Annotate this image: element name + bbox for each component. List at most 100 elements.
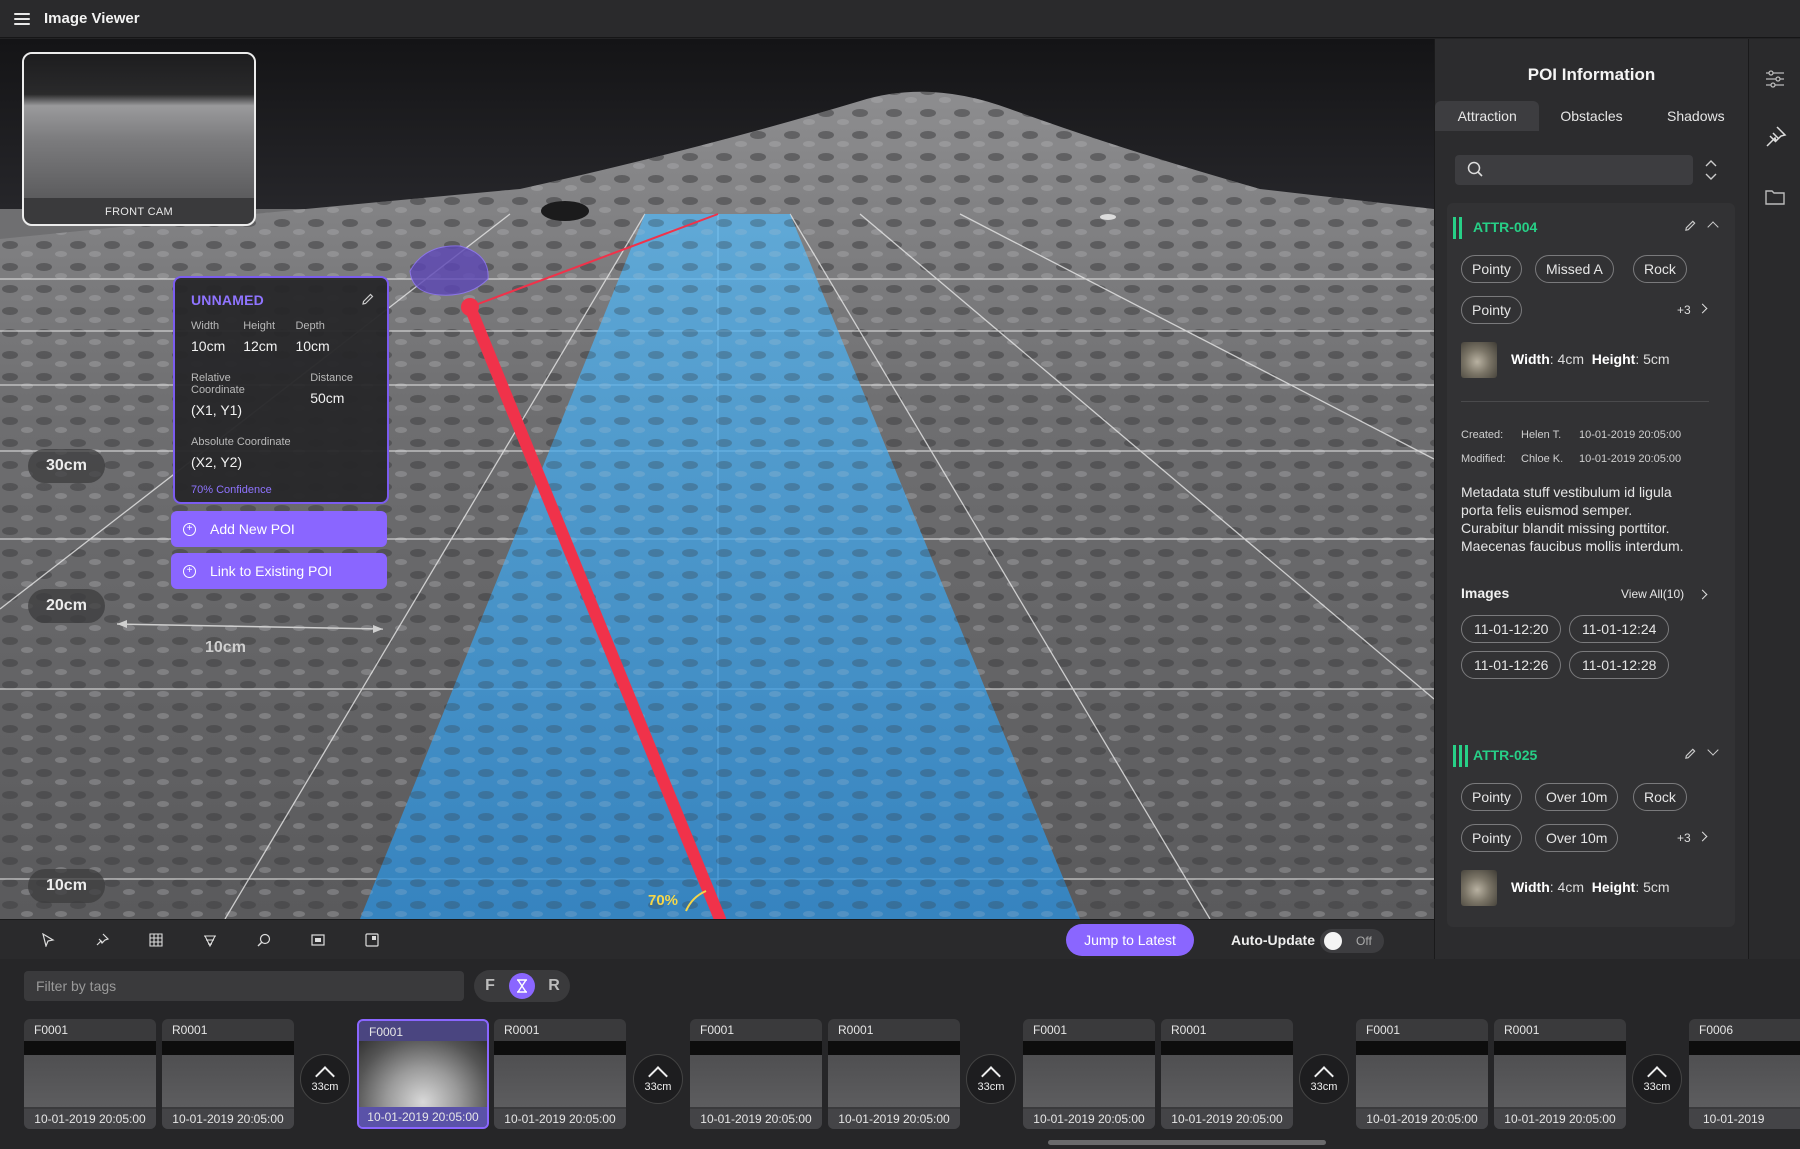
gap-expand-button[interactable]: 33cm xyxy=(966,1054,1016,1104)
frame-thumbnail[interactable]: R0001 10-01-2019 20:05:00 xyxy=(828,1019,960,1129)
tool-sidebar xyxy=(1748,39,1800,959)
image-viewport[interactable]: FRONT CAM 30cm 20cm 10cm 10cm 70% UNNAME… xyxy=(0,39,1434,919)
both-mode-icon[interactable] xyxy=(509,973,535,999)
folder-icon[interactable] xyxy=(1763,185,1787,209)
frame-thumbnail[interactable]: R0001 10-01-2019 20:05:00 xyxy=(1161,1019,1293,1129)
frame-thumbnail[interactable]: F0001 10-01-2019 20:05:00 xyxy=(24,1019,156,1129)
poi-thumbnail[interactable] xyxy=(1461,870,1497,906)
relative-coordinate-label: Relative Coordinate xyxy=(191,372,245,396)
poi-card-attr-025[interactable]: ATTR-025 Pointy Over 10m Rock Pointy Ove… xyxy=(1447,731,1735,927)
image-date-chip[interactable]: 11-01-12:20 xyxy=(1461,615,1562,643)
frame-thumbnail[interactable]: F0006 10-01-2019 20:05:00 xyxy=(1689,1019,1800,1129)
link-existing-poi-button[interactable]: + Link to Existing POI xyxy=(171,553,387,589)
zoom-tool-icon[interactable] xyxy=(254,930,274,950)
more-tags-count[interactable]: +3 xyxy=(1677,831,1691,845)
tab-obstacles[interactable]: Obstacles xyxy=(1539,101,1643,131)
tag-chip[interactable]: Pointy xyxy=(1461,296,1522,324)
gap-expand-button[interactable]: 33cm xyxy=(633,1054,683,1104)
chevron-down-icon[interactable] xyxy=(1707,744,1719,756)
app-header: Image Viewer xyxy=(0,0,1800,38)
frame-id: F0001 xyxy=(34,1023,69,1037)
width-label: Width xyxy=(191,320,220,332)
jump-to-latest-button[interactable]: Jump to Latest xyxy=(1066,924,1194,956)
frame-thumbnail[interactable]: R0001 10-01-2019 20:05:00 xyxy=(1494,1019,1626,1129)
pin-tool-icon[interactable] xyxy=(92,930,112,950)
poi-search-input[interactable] xyxy=(1455,155,1693,185)
frame-id: R0001 xyxy=(504,1023,540,1037)
front-mode-button[interactable]: F xyxy=(477,973,503,999)
sliders-icon[interactable] xyxy=(1763,67,1787,91)
edit-icon[interactable] xyxy=(361,292,375,306)
gap-expand-button[interactable]: 33cm xyxy=(1632,1054,1682,1104)
height-value: 5cm xyxy=(1643,879,1670,895)
more-tags-count[interactable]: +3 xyxy=(1677,303,1691,317)
view-all-images-link[interactable]: View All(10) xyxy=(1621,587,1684,601)
poi-card-attr-004[interactable]: ATTR-004 Pointy Missed A Rock Pointy +3 … xyxy=(1447,203,1735,755)
tag-chip[interactable]: Pointy xyxy=(1461,255,1522,283)
select-tool-icon[interactable] xyxy=(38,930,58,950)
toggle-knob xyxy=(1324,932,1342,950)
front-cam-preview[interactable]: FRONT CAM xyxy=(22,52,256,226)
tag-chip[interactable]: Missed A xyxy=(1535,255,1614,283)
auto-update-toggle[interactable]: Off xyxy=(1320,929,1384,953)
grid-tool-icon[interactable] xyxy=(146,930,166,950)
tab-attraction[interactable]: Attraction xyxy=(1435,101,1540,131)
camera-mode-switch[interactable]: F R xyxy=(474,970,570,1002)
frame-timestamp: 10-01-2019 20:05:00 xyxy=(828,1109,960,1129)
tab-shadows[interactable]: Shadows xyxy=(1644,101,1748,131)
sort-icon[interactable] xyxy=(1705,157,1717,183)
search-icon xyxy=(1467,161,1483,177)
frame-thumbnail[interactable]: R0001 10-01-2019 20:05:00 xyxy=(162,1019,294,1129)
tag-chip[interactable]: Pointy xyxy=(1461,824,1522,852)
distance-marker-30cm: 30cm xyxy=(28,449,105,483)
poi-id: ATTR-004 xyxy=(1473,219,1538,235)
chevron-right-icon[interactable] xyxy=(1697,303,1708,314)
image-date-chip[interactable]: 11-01-12:24 xyxy=(1569,615,1670,643)
frame-thumbnail[interactable]: F0001 10-01-2019 20:05:00 xyxy=(690,1019,822,1129)
chevron-right-icon[interactable] xyxy=(1697,589,1708,600)
filmstrip-scrollbar[interactable] xyxy=(1048,1140,1326,1145)
relative-coordinate-value: (X1, Y1) xyxy=(191,402,243,418)
frame-id: R0001 xyxy=(1504,1023,1540,1037)
app-title: Image Viewer xyxy=(44,10,140,27)
image-date-chip[interactable]: 11-01-12:26 xyxy=(1461,651,1562,679)
rear-mode-button[interactable]: R xyxy=(541,973,567,999)
tag-chip[interactable]: Pointy xyxy=(1461,783,1522,811)
add-new-poi-button[interactable]: + Add New POI xyxy=(171,511,387,547)
poi-thumbnail[interactable] xyxy=(1461,342,1497,378)
edit-icon[interactable] xyxy=(1684,747,1697,760)
chevron-right-icon[interactable] xyxy=(1697,831,1708,842)
hamburger-menu-icon[interactable] xyxy=(14,12,30,25)
path-tool-icon[interactable] xyxy=(200,930,220,950)
edit-icon[interactable] xyxy=(1684,219,1697,232)
plus-circle-icon: + xyxy=(183,522,196,536)
frame-tool-icon[interactable] xyxy=(308,930,328,950)
tag-filter-input[interactable]: Filter by tags xyxy=(24,971,464,1001)
tag-chip[interactable]: Rock xyxy=(1633,783,1687,811)
front-cam-label: FRONT CAM xyxy=(105,206,173,218)
poi-information-panel: POI Information Attraction Obstacles Sha… xyxy=(1434,39,1748,959)
frame-thumbnail[interactable]: R0001 10-01-2019 20:05:00 xyxy=(494,1019,626,1129)
created-at: 10-01-2019 20:05:00 xyxy=(1579,429,1682,441)
chevron-up-icon[interactable] xyxy=(1707,221,1719,233)
image-date-chip[interactable]: 11-01-12:28 xyxy=(1569,651,1670,679)
divider xyxy=(1461,401,1709,402)
frame-thumbnail[interactable]: F0001 10-01-2019 20:05:00 xyxy=(1023,1019,1155,1129)
distance-marker-20cm: 20cm xyxy=(28,589,105,623)
filmstrip: Filter by tags F R F0001 10-01-2019 20:05… xyxy=(0,959,1800,1149)
frame-timestamp: 10-01-2019 20:05:00 xyxy=(494,1109,626,1129)
tag-chip[interactable]: Rock xyxy=(1633,255,1687,283)
frame-thumbnail[interactable]: F0001 10-01-2019 20:05:00 xyxy=(1356,1019,1488,1129)
gap-expand-button[interactable]: 33cm xyxy=(1299,1054,1349,1104)
gap-expand-button[interactable]: 33cm xyxy=(300,1054,350,1104)
tag-chip[interactable]: Over 10m xyxy=(1535,824,1619,852)
frame-thumbnail-selected[interactable]: F0001 10-01-2019 20:05:00 xyxy=(357,1019,489,1129)
poi-tabs: Attraction Obstacles Shadows xyxy=(1435,101,1748,131)
poi-dimensions: Width: 4cm Height: 5cm xyxy=(1511,879,1670,895)
export-tool-icon[interactable] xyxy=(362,930,382,950)
modified-by: Chloe K. xyxy=(1521,453,1564,465)
tag-chip[interactable]: Over 10m xyxy=(1535,783,1619,811)
frame-timestamp: 10-01-2019 20:05:00 xyxy=(1689,1109,1800,1129)
width-label: Width xyxy=(1511,351,1550,367)
pin-icon[interactable] xyxy=(1763,125,1787,149)
